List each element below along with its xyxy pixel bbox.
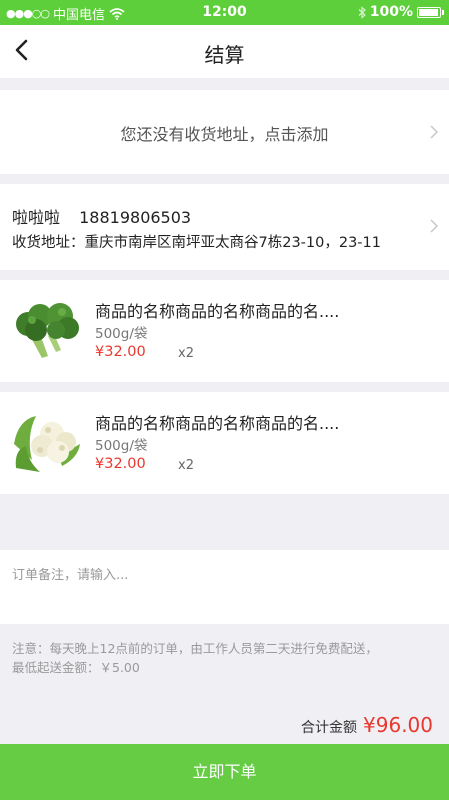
chevron-right-icon (430, 125, 439, 139)
status-bar: ●●●○○ 中国电信 12:00 100% (0, 0, 449, 25)
total-amount: ¥96.00 (363, 713, 433, 737)
chevron-right-icon (430, 219, 439, 233)
goods-name: 商品的名称商品的名称商品的名.... (95, 414, 340, 433)
remark-placeholder: 订单备注，请输入... (12, 568, 129, 583)
total-label: 合计金额 (301, 720, 358, 736)
order-remark-input[interactable]: 订单备注，请输入... (0, 550, 449, 624)
goods-price: ¥32.00 (95, 344, 146, 360)
battery-percent: 100% (369, 4, 413, 20)
battery-icon (417, 6, 444, 18)
goods-name: 商品的名称商品的名称商品的名.... (95, 302, 340, 321)
address-card[interactable]: 啦啦啦 18819806503 收货地址：重庆市南岸区南坪亚太商谷7栋23-10… (0, 184, 449, 270)
navigation-bar: 结算 (0, 25, 449, 78)
broccoli-image (12, 294, 82, 364)
order-total: 合计金额 ¥96.00 (301, 713, 433, 737)
contact-phone: 18819806503 (79, 208, 192, 227)
address-contact: 啦啦啦 18819806503 (12, 204, 205, 228)
goods-price: ¥32.00 (95, 456, 146, 472)
goods-item[interactable]: 商品的名称商品的名称商品的名.... 500g/袋 ¥32.00 x2 (0, 392, 449, 494)
notice-line-1: 注意：每天晚上12点前的订单，由工作人员第二天进行免费配送， (12, 641, 378, 656)
status-right: 100% (358, 4, 444, 20)
add-address-text: 您还没有收货地址，点击添加 (120, 125, 329, 144)
place-order-button[interactable]: 立即下单 (0, 744, 449, 800)
page-title: 结算 (204, 43, 245, 67)
cauliflower-image (12, 406, 82, 476)
contact-name: 啦啦啦 (12, 208, 61, 227)
battery-fill (419, 8, 438, 16)
delivery-notice: 注意：每天晚上12点前的订单，由工作人员第二天进行免费配送， 最低起送金额：￥5… (12, 639, 440, 677)
goods-quantity: x2 (178, 458, 194, 473)
bluetooth-icon (358, 5, 366, 19)
notice-line-2: 最低起送金额：￥5.00 (12, 660, 140, 675)
address-detail-line: 收货地址：重庆市南岸区南坪亚太商谷7栋23-10，23-11 (12, 231, 381, 252)
goods-spec: 500g/袋 (95, 438, 148, 454)
add-address-row[interactable]: 您还没有收货地址，点击添加 (0, 90, 449, 174)
address-detail: 重庆市南岸区南坪亚太商谷7栋23-10，23-11 (84, 235, 382, 251)
goods-spec: 500g/袋 (95, 326, 148, 342)
goods-item[interactable]: 商品的名称商品的名称商品的名.... 500g/袋 ¥32.00 x2 (0, 280, 449, 382)
goods-quantity: x2 (178, 346, 194, 361)
address-label: 收货地址： (12, 235, 85, 251)
